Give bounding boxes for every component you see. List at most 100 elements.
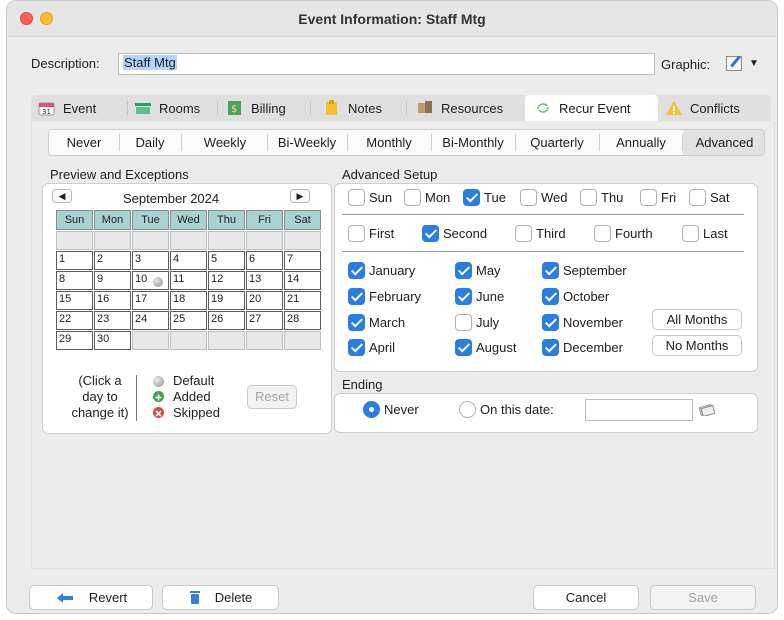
revert-button[interactable]: Revert xyxy=(29,585,153,610)
checkbox-october[interactable] xyxy=(542,288,559,305)
end-date-input[interactable] xyxy=(585,399,693,421)
prev-month-button[interactable]: ◀ xyxy=(52,189,72,203)
reset-button[interactable]: Reset xyxy=(247,385,297,409)
calendar-day-cell[interactable]: 17 xyxy=(132,291,169,310)
description-field[interactable]: Staff Mtg xyxy=(118,53,655,75)
tab-label: Conflicts xyxy=(690,100,740,116)
calendar-day-cell[interactable]: 8 xyxy=(56,271,93,290)
notepad-pencil-icon[interactable] xyxy=(726,56,742,71)
help-line: day to xyxy=(82,389,118,404)
calendar-day-cell[interactable]: 10 xyxy=(132,271,169,290)
ending-date-radio[interactable] xyxy=(459,401,476,418)
checkbox-march[interactable] xyxy=(348,314,365,331)
day-number: 8 xyxy=(59,273,66,285)
calendar-week-row: 22 23 24 25 26 27 28 xyxy=(56,311,321,330)
calendar-day-cell[interactable]: 3 xyxy=(132,251,169,270)
cancel-button[interactable]: Cancel xyxy=(533,585,639,610)
calendar-day-cell[interactable]: 22 xyxy=(56,311,93,330)
ending-never-radio[interactable] xyxy=(363,401,380,418)
calendar-day-cell[interactable]: 12 xyxy=(208,271,245,290)
day-number: 26 xyxy=(211,313,224,325)
calendar-day-cell[interactable]: 9 xyxy=(94,271,131,290)
checkbox-june[interactable] xyxy=(455,288,472,305)
subtab-weekly[interactable]: Weekly xyxy=(181,130,269,155)
tab-rooms[interactable]: Rooms xyxy=(134,95,200,121)
calendar-day-cell[interactable]: 5 xyxy=(208,251,245,270)
calendar-day-cell[interactable]: 29 xyxy=(56,331,93,350)
checkbox-august[interactable] xyxy=(455,339,472,356)
no-months-button[interactable]: No Months xyxy=(652,335,742,356)
subtab-bi-monthly[interactable]: Bi-Monthly xyxy=(431,130,515,155)
tab-label: Event xyxy=(63,100,97,116)
checkbox-september[interactable] xyxy=(542,262,559,279)
chevron-down-icon[interactable]: ▼ xyxy=(749,58,759,69)
checkbox-july[interactable] xyxy=(455,314,472,331)
tab-conflicts[interactable]: Conflicts xyxy=(665,95,740,121)
checkbox-second[interactable] xyxy=(422,225,439,242)
calendar-day-cell[interactable]: 1 xyxy=(56,251,93,270)
save-button[interactable]: Save xyxy=(650,585,756,610)
day-number: 1 xyxy=(59,253,66,265)
calendar-day-cell[interactable]: 7 xyxy=(284,251,321,270)
next-month-button[interactable]: ▶ xyxy=(290,189,310,203)
checkbox-sat[interactable] xyxy=(689,189,706,206)
subtab-never[interactable]: Never xyxy=(49,130,119,155)
calendar-day-cell[interactable]: 6 xyxy=(246,251,283,270)
checkbox-fri[interactable] xyxy=(640,189,657,206)
checkbox-february[interactable] xyxy=(348,288,365,305)
checkbox-first[interactable] xyxy=(348,225,365,242)
calendar-day-cell[interactable]: 4 xyxy=(170,251,207,270)
checkbox-label: June xyxy=(476,289,505,304)
advanced-title: Advanced Setup xyxy=(342,167,438,182)
checkbox-thu[interactable] xyxy=(580,189,597,206)
calendar-day-cell[interactable]: 16 xyxy=(94,291,131,310)
tab-event[interactable]: 31 Event xyxy=(38,95,96,121)
day-number: 13 xyxy=(249,273,262,285)
checkbox-label: March xyxy=(369,315,406,330)
calendar-day-cell[interactable]: 26 xyxy=(208,311,245,330)
tab-billing[interactable]: $ Billing xyxy=(226,95,286,121)
subtab-bi-weekly[interactable]: Bi-Weekly xyxy=(267,130,347,155)
calendar-day-cell[interactable]: 15 xyxy=(56,291,93,310)
calendar-day-cell[interactable]: 13 xyxy=(246,271,283,290)
calendar-day-cell[interactable]: 19 xyxy=(208,291,245,310)
subtab-daily[interactable]: Daily xyxy=(119,130,181,155)
calendar-day-cell[interactable]: 25 xyxy=(170,311,207,330)
help-line: change it) xyxy=(71,405,129,420)
checkbox-wed[interactable] xyxy=(520,189,537,206)
checkbox-december[interactable] xyxy=(542,339,559,356)
date-picker-icon[interactable] xyxy=(698,403,716,419)
subtab-quarterly[interactable]: Quarterly xyxy=(515,130,599,155)
checkbox-fourth[interactable] xyxy=(594,225,611,242)
checkbox-may[interactable] xyxy=(455,262,472,279)
calendar-day-cell[interactable]: 18 xyxy=(170,291,207,310)
subtab-annually[interactable]: Annually xyxy=(599,130,683,155)
checkbox-november[interactable] xyxy=(542,314,559,331)
tab-recur-event[interactable]: Recur Event xyxy=(525,95,658,121)
calendar-day-cell[interactable]: 28 xyxy=(284,311,321,330)
checkbox-mon[interactable] xyxy=(404,189,421,206)
all-months-button[interactable]: All Months xyxy=(652,309,742,330)
calendar-day-cell[interactable]: 11 xyxy=(170,271,207,290)
calendar-day-cell[interactable]: 27 xyxy=(246,311,283,330)
checkbox-sun[interactable] xyxy=(348,189,365,206)
calendar-day-cell[interactable]: 21 xyxy=(284,291,321,310)
calendar-day-cell[interactable]: 30 xyxy=(94,331,131,350)
calendar-day-cell[interactable]: 20 xyxy=(246,291,283,310)
calendar-day-cell[interactable]: 14 xyxy=(284,271,321,290)
checkbox-january[interactable] xyxy=(348,262,365,279)
calendar-day-cell[interactable]: 2 xyxy=(94,251,131,270)
checkbox-tue[interactable] xyxy=(463,189,480,206)
checkbox-third[interactable] xyxy=(515,225,532,242)
calendar-day-cell[interactable]: 23 xyxy=(94,311,131,330)
subtab-monthly[interactable]: Monthly xyxy=(347,130,431,155)
tab-resources[interactable]: Resources xyxy=(416,95,503,121)
tab-notes[interactable]: Notes xyxy=(323,95,382,121)
subtab-advanced[interactable]: Advanced xyxy=(683,130,764,155)
checkbox-april[interactable] xyxy=(348,339,365,356)
room-icon xyxy=(134,100,152,116)
checkbox-last[interactable] xyxy=(682,225,699,242)
day-number: 25 xyxy=(173,313,186,325)
calendar-day-cell[interactable]: 24 xyxy=(132,311,169,330)
delete-button[interactable]: Delete xyxy=(162,585,279,610)
